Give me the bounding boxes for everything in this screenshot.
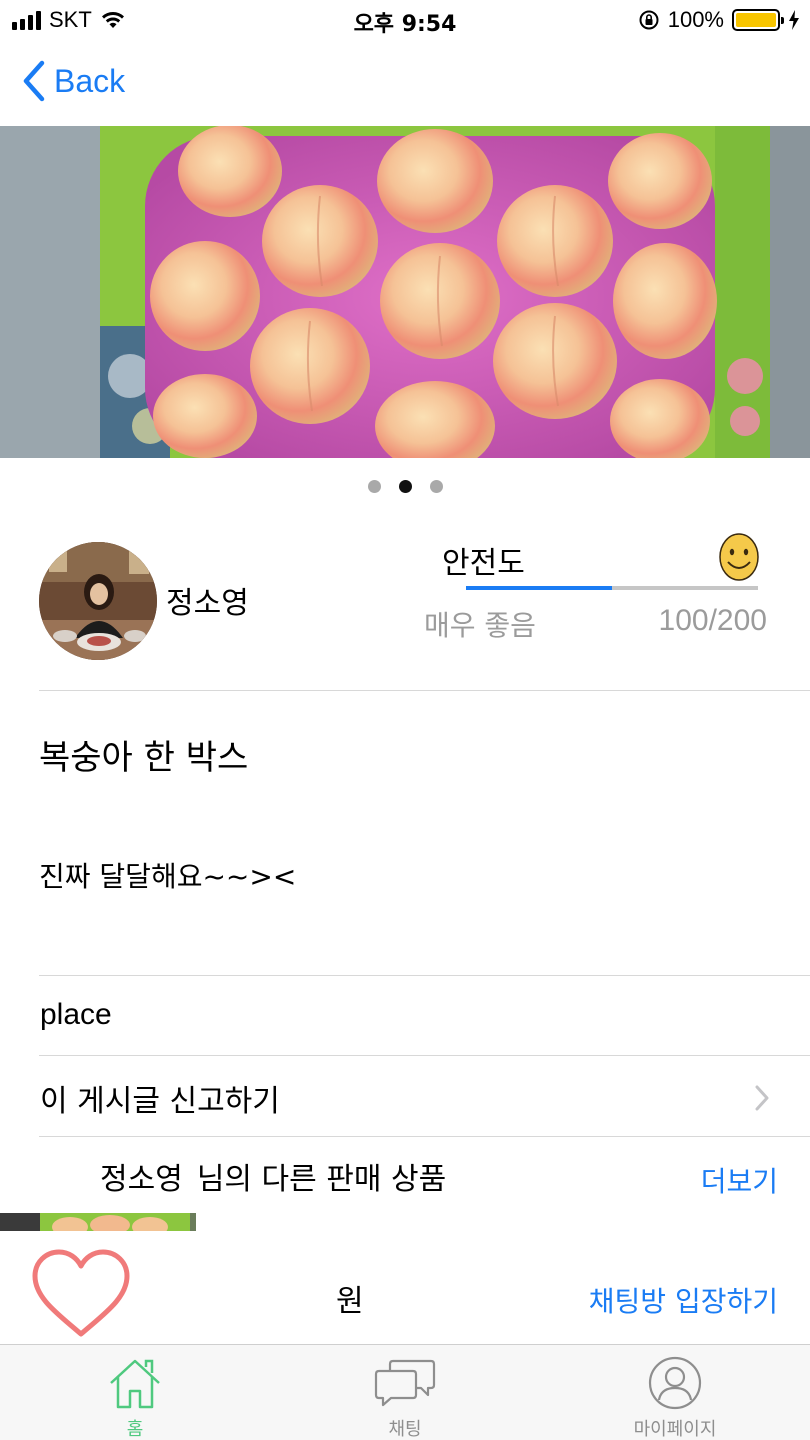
post-title: 복숭아 한 박스 <box>39 738 249 778</box>
navigation-bar: Back <box>0 40 810 126</box>
peach-box-photo <box>0 126 810 458</box>
page-dot[interactable] <box>367 480 381 493</box>
enter-chat-button[interactable]: 채팅방 입장하기 <box>589 1280 778 1320</box>
chevron-right-icon <box>755 1085 769 1111</box>
status-bar-right: 100% <box>638 6 800 34</box>
divider <box>39 975 810 976</box>
person-icon <box>648 1356 702 1410</box>
tab-chat-label: 채팅 <box>388 1419 422 1440</box>
chat-bubbles-icon <box>374 1359 436 1407</box>
other-products-suffix: 님의 다른 판매 상품 <box>196 1162 447 1197</box>
seller-name[interactable]: 정소영 <box>166 578 249 622</box>
safety-progress-bar <box>466 586 758 590</box>
orientation-lock-icon <box>639 10 659 30</box>
report-post-label: 이 게시글 신고하기 <box>40 1084 280 1119</box>
battery-icon <box>732 9 784 31</box>
status-bar: SKT 오후 9:54 100% <box>0 0 810 40</box>
tab-chat[interactable]: 채팅 <box>335 1345 475 1440</box>
divider <box>39 690 810 691</box>
tab-mypage-label: 마이페이지 <box>633 1419 717 1440</box>
other-products-heading: 정소영 님의 다른 판매 상품 <box>100 1154 446 1198</box>
back-button[interactable]: Back <box>22 60 125 102</box>
price-label: 원 <box>336 1284 364 1319</box>
post-description: 진짜 달달해요~~>< <box>39 860 297 893</box>
see-more-link[interactable]: 더보기 <box>701 1160 778 1200</box>
page-dot[interactable] <box>429 480 443 493</box>
other-product-thumbnail[interactable] <box>0 1213 196 1231</box>
product-image[interactable] <box>0 126 810 458</box>
safety-score: 100/200 <box>658 604 767 637</box>
chevron-left-icon <box>23 60 45 102</box>
charging-bolt-icon <box>789 10 799 30</box>
image-page-indicator[interactable] <box>0 480 810 493</box>
post-place: place <box>40 998 112 1031</box>
safety-label: 안전도 <box>442 546 525 581</box>
product-thumbnail-image <box>0 1213 196 1231</box>
safety-progress-fill <box>466 586 612 590</box>
home-icon <box>110 1359 160 1409</box>
page-dot-active[interactable] <box>398 480 412 493</box>
tab-home-label: 홈 <box>126 1419 144 1440</box>
seller-avatar[interactable] <box>39 542 157 660</box>
safety-grade: 매우 좋음 <box>424 609 536 642</box>
battery-percent: 100% <box>667 7 724 32</box>
divider <box>39 1136 810 1137</box>
back-label: Back <box>54 62 126 99</box>
tab-home[interactable]: 홈 <box>65 1345 205 1440</box>
tab-mypage[interactable]: 마이페이지 <box>605 1345 745 1440</box>
like-heart-icon[interactable] <box>30 1248 132 1340</box>
user-photo <box>39 542 157 660</box>
report-post-row[interactable]: 이 게시글 신고하기 <box>0 1058 810 1136</box>
other-products-seller: 정소영 <box>100 1162 183 1197</box>
tab-bar: 홈 채팅 마이페이지 <box>0 1344 810 1440</box>
smiley-icon <box>719 533 759 581</box>
divider <box>39 1055 810 1056</box>
